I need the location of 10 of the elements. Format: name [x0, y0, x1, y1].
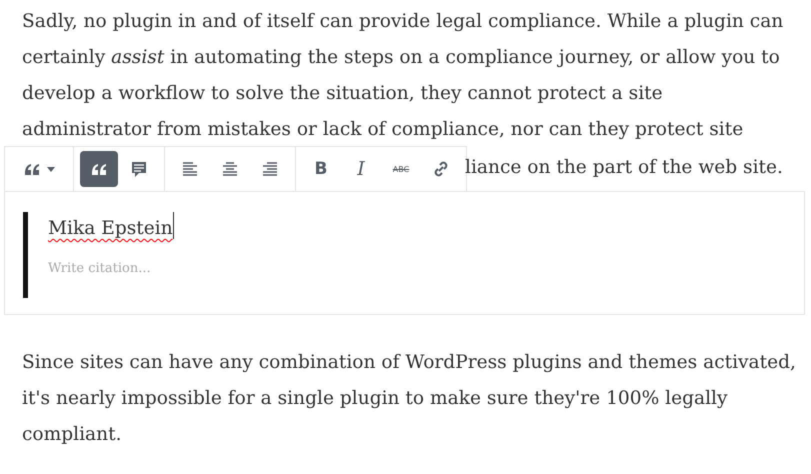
paragraph: Since sites can have any combination of WordPress plugins and themes activated, it's nearly impossible for a single plugin to make sure they're 100% legally compliant.	[21, 351, 797, 447]
paragraph-fragment: liance on the part of the web site.	[465, 156, 783, 180]
italic-button[interactable]: I	[342, 151, 380, 187]
bold-button[interactable]: B	[302, 151, 340, 187]
quote-button[interactable]	[80, 151, 118, 187]
strikethrough-button[interactable]: ABC	[382, 151, 420, 187]
caret-icon	[46, 164, 56, 174]
citation-field[interactable]: Write citation...	[48, 261, 348, 276]
quote-text[interactable]: Mika Epstein	[48, 212, 174, 239]
comment-icon	[129, 159, 149, 179]
